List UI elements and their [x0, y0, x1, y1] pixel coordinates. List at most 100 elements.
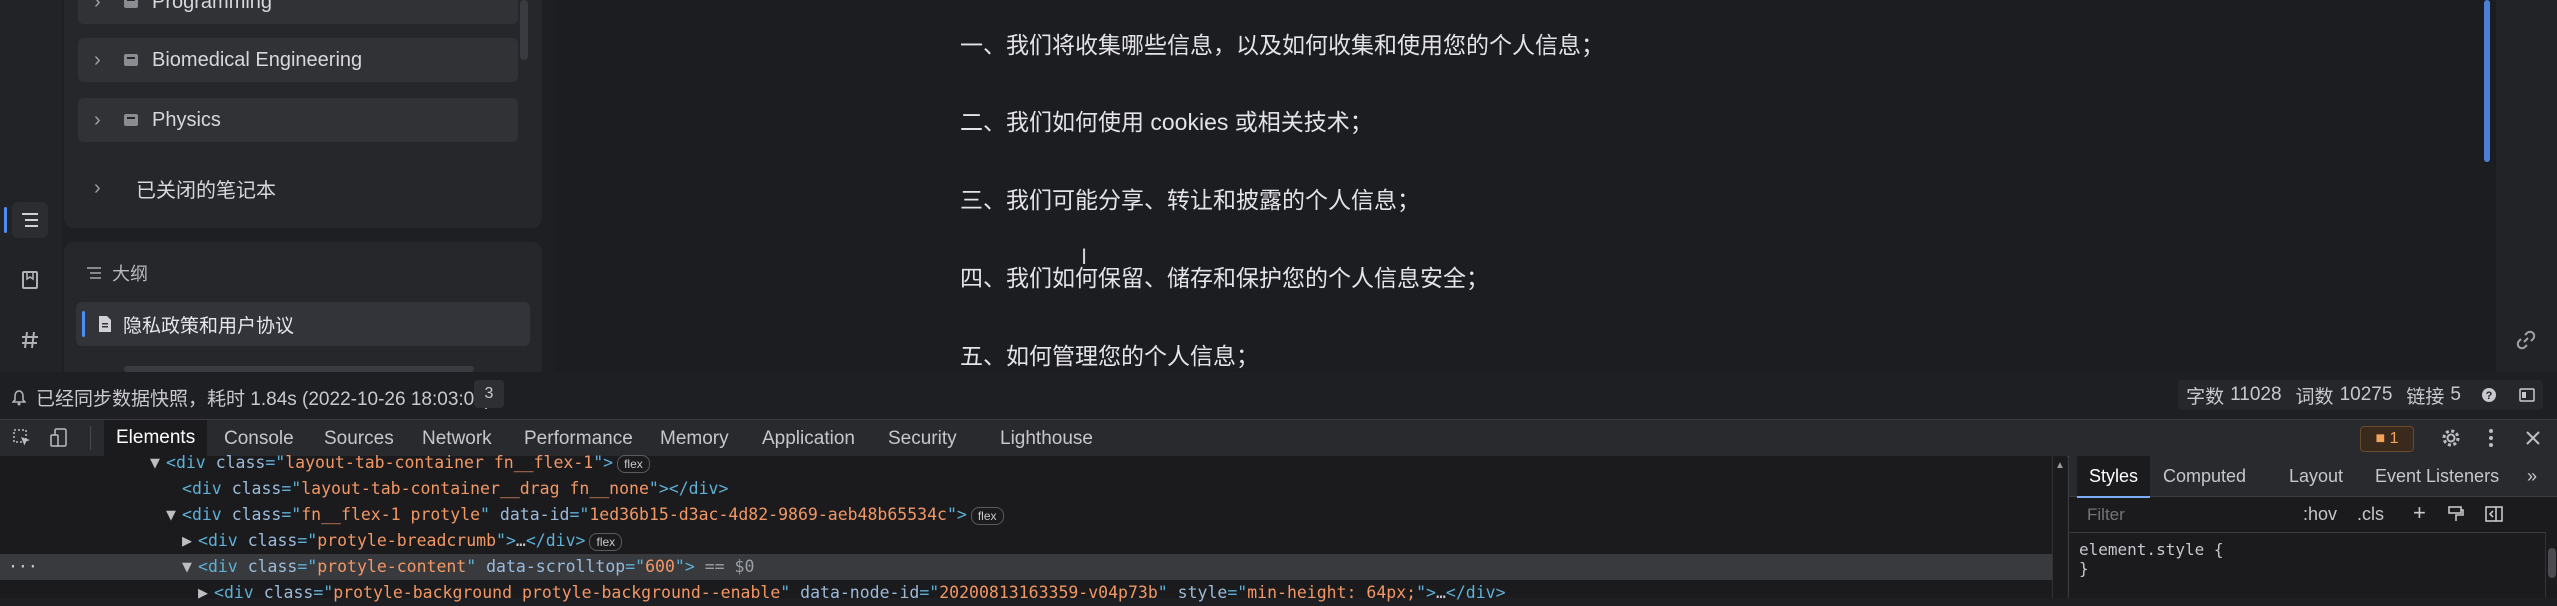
- expand-triangle-icon[interactable]: ▼: [182, 554, 198, 580]
- outline-item-doc[interactable]: 隐私政策和用户协议: [76, 302, 530, 346]
- dom-attr-value: 1ed36b15-d3ac-4d82-9869-aeb48b65534c: [589, 505, 947, 524]
- expand-triangle-icon[interactable]: ▼: [150, 450, 166, 476]
- tab-application[interactable]: Application: [762, 428, 855, 450]
- dom-attr: class: [247, 557, 298, 576]
- tab-event-listeners[interactable]: Event Listeners: [2375, 466, 2499, 487]
- dom-node-layout-tab-container[interactable]: ▼ <div class="layout-tab-container fn__fl…: [150, 450, 650, 476]
- doc-stats: 字数 11028 词数 10275 链接 5 ?: [2178, 380, 2543, 410]
- file-tree-scrollbar[interactable]: [520, 0, 528, 60]
- tab-sources[interactable]: Sources: [324, 428, 394, 450]
- flex-badge[interactable]: flex: [617, 454, 650, 473]
- dom-node-drag[interactable]: <div class="layout-tab-container__drag f…: [182, 476, 728, 502]
- dom-tag: div: [688, 479, 719, 498]
- tab-computed[interactable]: Computed: [2163, 466, 2246, 487]
- tab-memory[interactable]: Memory: [660, 428, 729, 450]
- outline-active-indicator: [82, 311, 85, 337]
- dom-node-protyle-content-selected[interactable]: ··· ▼ <div class="protyle-content" data-s…: [0, 554, 2052, 580]
- device-toolbar-icon[interactable]: [50, 428, 70, 448]
- styles-scroll-thumb[interactable]: [2548, 548, 2556, 578]
- chevron-right-icon[interactable]: ›: [94, 0, 110, 14]
- paragraph-1[interactable]: 一、我们将收集哪些信息，以及如何收集和使用您的个人信息；: [960, 26, 1604, 60]
- dom-node-protyle-background[interactable]: ▶ <div class="protyle-background protyle-…: [198, 580, 1506, 606]
- tab-layout[interactable]: Layout: [2289, 466, 2343, 487]
- help-icon[interactable]: ?: [2481, 387, 2497, 403]
- dom-attr-value: fn__flex-1 protyle: [301, 505, 481, 524]
- document-icon: [99, 316, 111, 332]
- chevron-right-icon[interactable]: ›: [94, 109, 110, 132]
- dom-attr-value: protyle-background protyle-background--e…: [333, 583, 781, 602]
- notebook-item-biomedical-engineering[interactable]: › Biomedical Engineering: [78, 38, 518, 82]
- editor-scrollbar[interactable]: [2484, 0, 2490, 162]
- inspect-element-icon[interactable]: [12, 428, 32, 448]
- tag-toggle-button[interactable]: [12, 322, 48, 358]
- status-count-badge[interactable]: 3: [474, 380, 504, 408]
- notebook-icon: [124, 0, 138, 8]
- dom-tag: div: [223, 583, 254, 602]
- links-value: 5: [2450, 384, 2461, 405]
- dom-attr: class: [231, 479, 282, 498]
- more-tabs-chevron-icon[interactable]: »: [2527, 466, 2537, 487]
- dom-attr-value: protyle-breadcrumb: [317, 531, 497, 550]
- paint-format-icon[interactable]: [2447, 505, 2465, 523]
- dom-tag: div: [1465, 583, 1496, 602]
- tab-lighthouse[interactable]: Lighthouse: [1000, 428, 1093, 450]
- flex-badge[interactable]: flex: [970, 506, 1004, 525]
- tab-styles[interactable]: Styles: [2077, 456, 2151, 498]
- close-icon[interactable]: [2524, 429, 2542, 447]
- issues-badge[interactable]: ■ 1: [2360, 426, 2414, 452]
- toggle-sidebar-icon[interactable]: [2485, 505, 2503, 523]
- dock-icon[interactable]: [2519, 387, 2535, 403]
- collapsed-triangle-icon[interactable]: ▶: [198, 580, 214, 606]
- outline-toggle-button[interactable]: [12, 202, 48, 238]
- ellipsis-menu-icon[interactable]: ···: [8, 554, 38, 580]
- paragraph-4[interactable]: 四、我们如何保留、储存和保护您的个人信息安全；: [960, 259, 1489, 293]
- outline-panel: 大纲 隐私政策和用户协议: [64, 242, 542, 382]
- rule-selector[interactable]: element.style {: [2079, 540, 2224, 559]
- scroll-up-arrow-icon[interactable]: ▲: [2055, 460, 2065, 471]
- paragraph-5[interactable]: 五、如何管理您的个人信息；: [960, 337, 1259, 371]
- dom-tag: div: [191, 479, 222, 498]
- outline-title: 大纲: [112, 264, 148, 284]
- issues-count: 1: [2389, 430, 2399, 447]
- element-style-rule[interactable]: element.style { }: [2079, 540, 2224, 578]
- tab-network[interactable]: Network: [422, 428, 492, 450]
- notebook-icon: [124, 114, 138, 126]
- dom-node-breadcrumb[interactable]: ▶ <div class="protyle-breadcrumb">…</div>…: [182, 528, 623, 554]
- closed-notebooks-toggle[interactable]: › 已关闭的笔记本: [94, 174, 276, 203]
- rule-close-brace: }: [2079, 559, 2089, 578]
- bookmark-toggle-button[interactable]: [12, 262, 48, 298]
- link-icon[interactable]: [2516, 330, 2536, 350]
- styles-scrollbar[interactable]: [2545, 532, 2557, 598]
- notebook-item-programming[interactable]: › Programming: [78, 0, 518, 24]
- paragraph-2[interactable]: 二、我们如何使用 cookies 或相关技术；: [960, 103, 1373, 137]
- tab-console[interactable]: Console: [224, 428, 294, 450]
- tab-security[interactable]: Security: [888, 428, 957, 450]
- hover-state-toggle[interactable]: :hov: [2303, 504, 2337, 525]
- outline-item-label: 隐私政策和用户协议: [123, 315, 295, 337]
- notebook-item-physics[interactable]: › Physics: [78, 98, 518, 142]
- collapsed-triangle-icon[interactable]: ▶: [182, 528, 198, 554]
- flex-badge[interactable]: flex: [589, 532, 623, 551]
- tab-performance[interactable]: Performance: [524, 428, 633, 450]
- chevron-right-icon: ›: [94, 177, 101, 199]
- svg-text:?: ?: [2486, 390, 2493, 402]
- chevron-right-icon[interactable]: ›: [94, 49, 110, 72]
- dom-attr: data-id: [499, 505, 570, 524]
- dom-tree-scrollbar[interactable]: ▲: [2052, 456, 2067, 598]
- dom-tree[interactable]: ▼ <div class="layout-tab-container fn__fl…: [0, 453, 2052, 602]
- styles-filter-input[interactable]: [2079, 500, 2299, 530]
- paragraph-3[interactable]: 三、我们可能分享、转让和披露的个人信息；: [960, 181, 1420, 215]
- expand-triangle-icon[interactable]: ▼: [166, 502, 182, 528]
- class-toggle[interactable]: .cls: [2357, 504, 2384, 525]
- bell-icon[interactable]: [12, 389, 26, 406]
- rail-active-indicator: [4, 207, 7, 233]
- editor-panel[interactable]: 一、我们将收集哪些信息，以及如何收集和使用您的个人信息； 二、我们如何使用 co…: [556, 0, 2496, 408]
- status-bar: 已经同步数据快照，耗时 1.84s (2022-10-26 18:03:01) …: [0, 372, 2557, 418]
- dom-attr: class: [263, 583, 314, 602]
- more-options-icon[interactable]: [2488, 428, 2494, 448]
- add-rule-icon[interactable]: +: [2413, 500, 2426, 526]
- dom-attr: data-node-id: [800, 583, 920, 602]
- closed-notebooks-label: 已关闭的笔记本: [136, 180, 276, 202]
- dom-node-protyle[interactable]: ▼ <div class="fn__flex-1 protyle" data-id…: [166, 502, 1004, 528]
- settings-gear-icon[interactable]: [2440, 427, 2462, 449]
